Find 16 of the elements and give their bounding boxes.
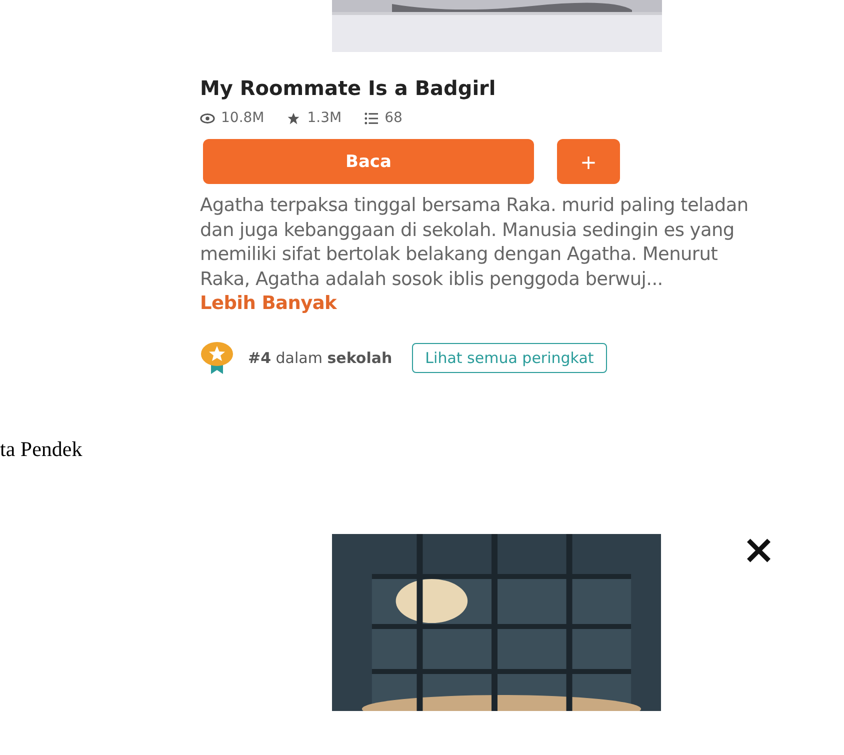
- rank-text: #4 dalam sekolah: [248, 348, 392, 366]
- more-link[interactable]: Lebih Banyak: [200, 293, 337, 314]
- add-button[interactable]: +: [557, 139, 620, 184]
- read-button[interactable]: Baca: [203, 139, 534, 184]
- close-button[interactable]: ×: [742, 530, 776, 570]
- stat-count: 68: [384, 110, 402, 126]
- story-title: My Roommate Is a Badgirl: [200, 76, 497, 100]
- document-text: ta Pendek: [0, 436, 84, 462]
- list-icon: [364, 112, 379, 124]
- eye-icon: [200, 112, 215, 124]
- rankings-button[interactable]: Lihat semua peringkat: [412, 342, 607, 372]
- stat-count: 10.8M: [221, 110, 264, 126]
- story-description: Agatha terpaksa tinggal bersama Raka. murid paling teladan dan juga kebanggaan di sekolah. Manusia sedingin es yang memiliki sifat bertolak belakang dengan Agatha. Menurut Raka, Agatha adalah sosok iblis penggoda berwuj... Lebih Banyak: [200, 194, 750, 316]
- medal-icon: [200, 340, 234, 374]
- star-icon: [286, 112, 302, 124]
- stat-count: 1.3M: [307, 110, 342, 126]
